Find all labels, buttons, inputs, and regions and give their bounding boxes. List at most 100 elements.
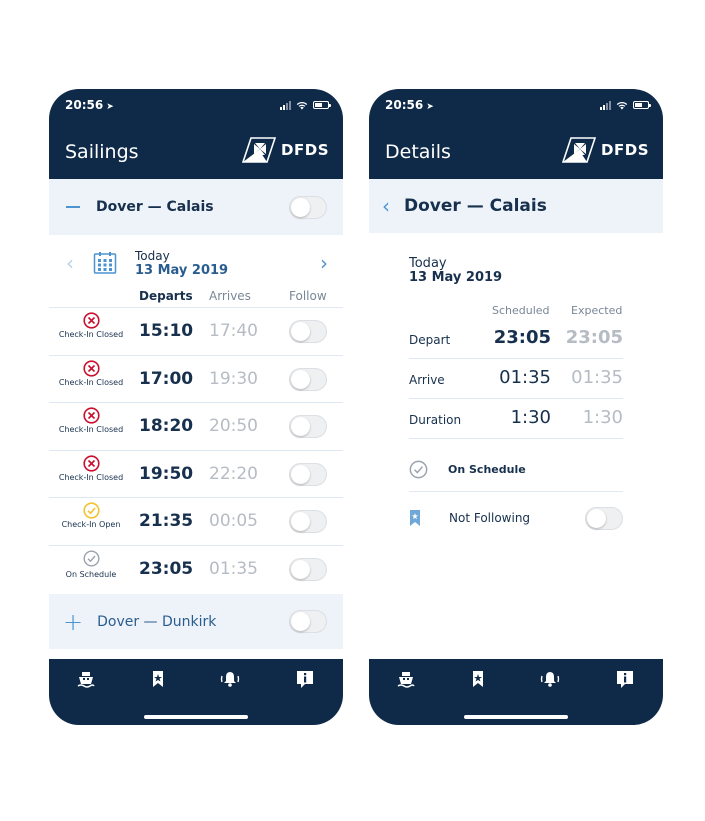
wifi-icon: [616, 101, 628, 109]
dfds-logo: DFDS: [562, 137, 649, 163]
status-text: On Schedule: [448, 463, 526, 476]
tab-bar: [49, 659, 343, 725]
sailings-screen: 20:56 ➤ Sailings DFDS Dover — Calais ‹ T…: [49, 89, 343, 725]
sailing-date: Today 13 May 2019: [409, 257, 502, 285]
departure-time: 19:50: [139, 463, 194, 484]
sailing-row[interactable]: Check-In Closed 17:00 19:30: [49, 354, 343, 403]
depart-row: Depart 23:05 23:05: [409, 319, 623, 359]
status-bar: 20:56 ➤: [385, 97, 651, 113]
ship-icon[interactable]: [76, 669, 96, 689]
info-icon[interactable]: [615, 669, 635, 689]
route-name: Dover — Dunkirk: [97, 613, 217, 630]
follow-route-toggle[interactable]: [289, 195, 327, 219]
selected-date: Today 13 May 2019: [135, 249, 228, 278]
departs-header: Departs: [139, 289, 193, 303]
status-label: Check-In Closed: [58, 377, 124, 387]
status-time: 20:56 ➤: [385, 98, 434, 112]
duration-label: Duration: [409, 413, 462, 427]
sailing-row[interactable]: Check-In Open 21:35 00:05: [49, 497, 343, 545]
status-row: On Schedule: [409, 448, 623, 492]
cross-circle-icon: [82, 359, 100, 377]
sailing-list: Check-In Closed 15:10 17:40 Check-In Clo…: [49, 307, 343, 592]
arrive-expected: 01:35: [571, 367, 623, 388]
follow-status-label: Not Following: [449, 511, 531, 525]
bell-icon[interactable]: [540, 669, 560, 689]
dfds-logo: DFDS: [242, 137, 329, 163]
route-name: Dover — Calais: [96, 199, 214, 215]
page-title: Sailings: [65, 141, 139, 163]
duration-scheduled: 1:30: [510, 407, 551, 428]
scheduled-header: Scheduled: [492, 304, 550, 317]
sailing-row[interactable]: On Schedule 23:05 01:35: [49, 544, 343, 593]
follow-toggle[interactable]: [289, 557, 327, 581]
cross-circle-icon: [82, 407, 100, 424]
departure-time: 17:00: [139, 368, 194, 389]
status-label: Check-In Closed: [58, 425, 124, 434]
date-label: Today: [409, 256, 447, 271]
brand-name: DFDS: [601, 141, 649, 159]
app-header: 20:56 ➤ Details DFDS: [369, 89, 663, 179]
signal-icon: [600, 100, 611, 110]
status-label: Check-In Closed: [58, 472, 124, 482]
arrives-header: Arrives: [209, 289, 251, 303]
check-circle-grey-icon: [409, 460, 428, 479]
depart-expected: 23:05: [565, 327, 623, 348]
column-headers: Departs Arrives Follow: [49, 289, 343, 307]
route-name: Dover — Calais: [404, 196, 547, 216]
back-bar[interactable]: ‹ Dover — Calais: [369, 179, 663, 233]
route-header-calais[interactable]: Dover — Calais: [49, 179, 343, 235]
arrive-scheduled: 01:35: [499, 367, 551, 388]
battery-icon: [313, 101, 331, 109]
ship-icon[interactable]: [396, 669, 416, 689]
cross-circle-icon: [82, 312, 100, 329]
details-screen: 20:56 ➤ Details DFDS ‹ Dover — Calais Tod…: [369, 89, 663, 725]
page-title: Details: [385, 141, 451, 163]
duration-row: Duration 1:30 1:30: [409, 399, 623, 439]
date-value: 13 May 2019: [409, 270, 503, 285]
follow-toggle[interactable]: [289, 510, 327, 533]
next-day-button[interactable]: ›: [314, 251, 334, 275]
bookmark-icon[interactable]: [468, 669, 488, 689]
follow-toggle[interactable]: [289, 367, 327, 391]
follow-toggle[interactable]: [289, 320, 327, 343]
check-circle-yellow-icon: [82, 502, 100, 519]
maltese-cross-icon: [562, 137, 597, 163]
status-label: Check-In Closed: [58, 330, 124, 339]
status-bar: 20:56 ➤: [65, 97, 331, 113]
departure-time: 21:35: [139, 511, 194, 531]
follow-toggle[interactable]: [289, 415, 327, 438]
status-label: Check-In Open: [61, 520, 121, 529]
follow-toggle[interactable]: [289, 462, 327, 486]
arrive-label: Arrive: [409, 373, 445, 387]
sailing-row[interactable]: Check-In Closed 15:10 17:40: [49, 307, 343, 355]
arrive-row: Arrive 01:35 01:35: [409, 359, 623, 399]
sailing-row[interactable]: Check-In Closed 18:20 20:50: [49, 402, 343, 450]
arrival-time: 22:20: [209, 463, 258, 484]
arrival-time: 01:35: [209, 558, 258, 579]
arrival-time: 19:30: [209, 368, 258, 389]
expected-header: Expected: [571, 304, 623, 317]
app-header: 20:56 ➤ Sailings DFDS: [49, 89, 343, 179]
departure-time: 23:05: [139, 558, 194, 579]
bookmark-icon[interactable]: [148, 669, 168, 689]
brand-name: DFDS: [281, 141, 329, 159]
date-label: Today: [135, 248, 170, 263]
follow-route-toggle[interactable]: [289, 610, 327, 633]
expand-icon[interactable]: +: [63, 608, 83, 636]
arrival-time: 20:50: [209, 416, 258, 436]
home-indicator[interactable]: [144, 715, 248, 719]
sailing-row[interactable]: Check-In Closed 19:50 22:20: [49, 449, 343, 498]
duration-expected: 1:30: [582, 407, 623, 428]
bell-icon[interactable]: [220, 669, 240, 689]
info-icon[interactable]: [295, 669, 315, 689]
back-chevron-icon[interactable]: ‹: [382, 194, 390, 218]
date-selector: ‹ Today 13 May 2019 ›: [49, 235, 343, 291]
previous-day-button[interactable]: ‹: [60, 251, 80, 275]
follow-header: Follow: [289, 289, 327, 303]
home-indicator[interactable]: [464, 715, 568, 719]
calendar-icon[interactable]: [93, 251, 117, 275]
follow-toggle[interactable]: [585, 506, 623, 530]
route-header-dunkirk[interactable]: + Dover — Dunkirk: [49, 594, 343, 649]
status-label: On Schedule: [65, 569, 117, 579]
collapse-icon[interactable]: [66, 206, 80, 208]
